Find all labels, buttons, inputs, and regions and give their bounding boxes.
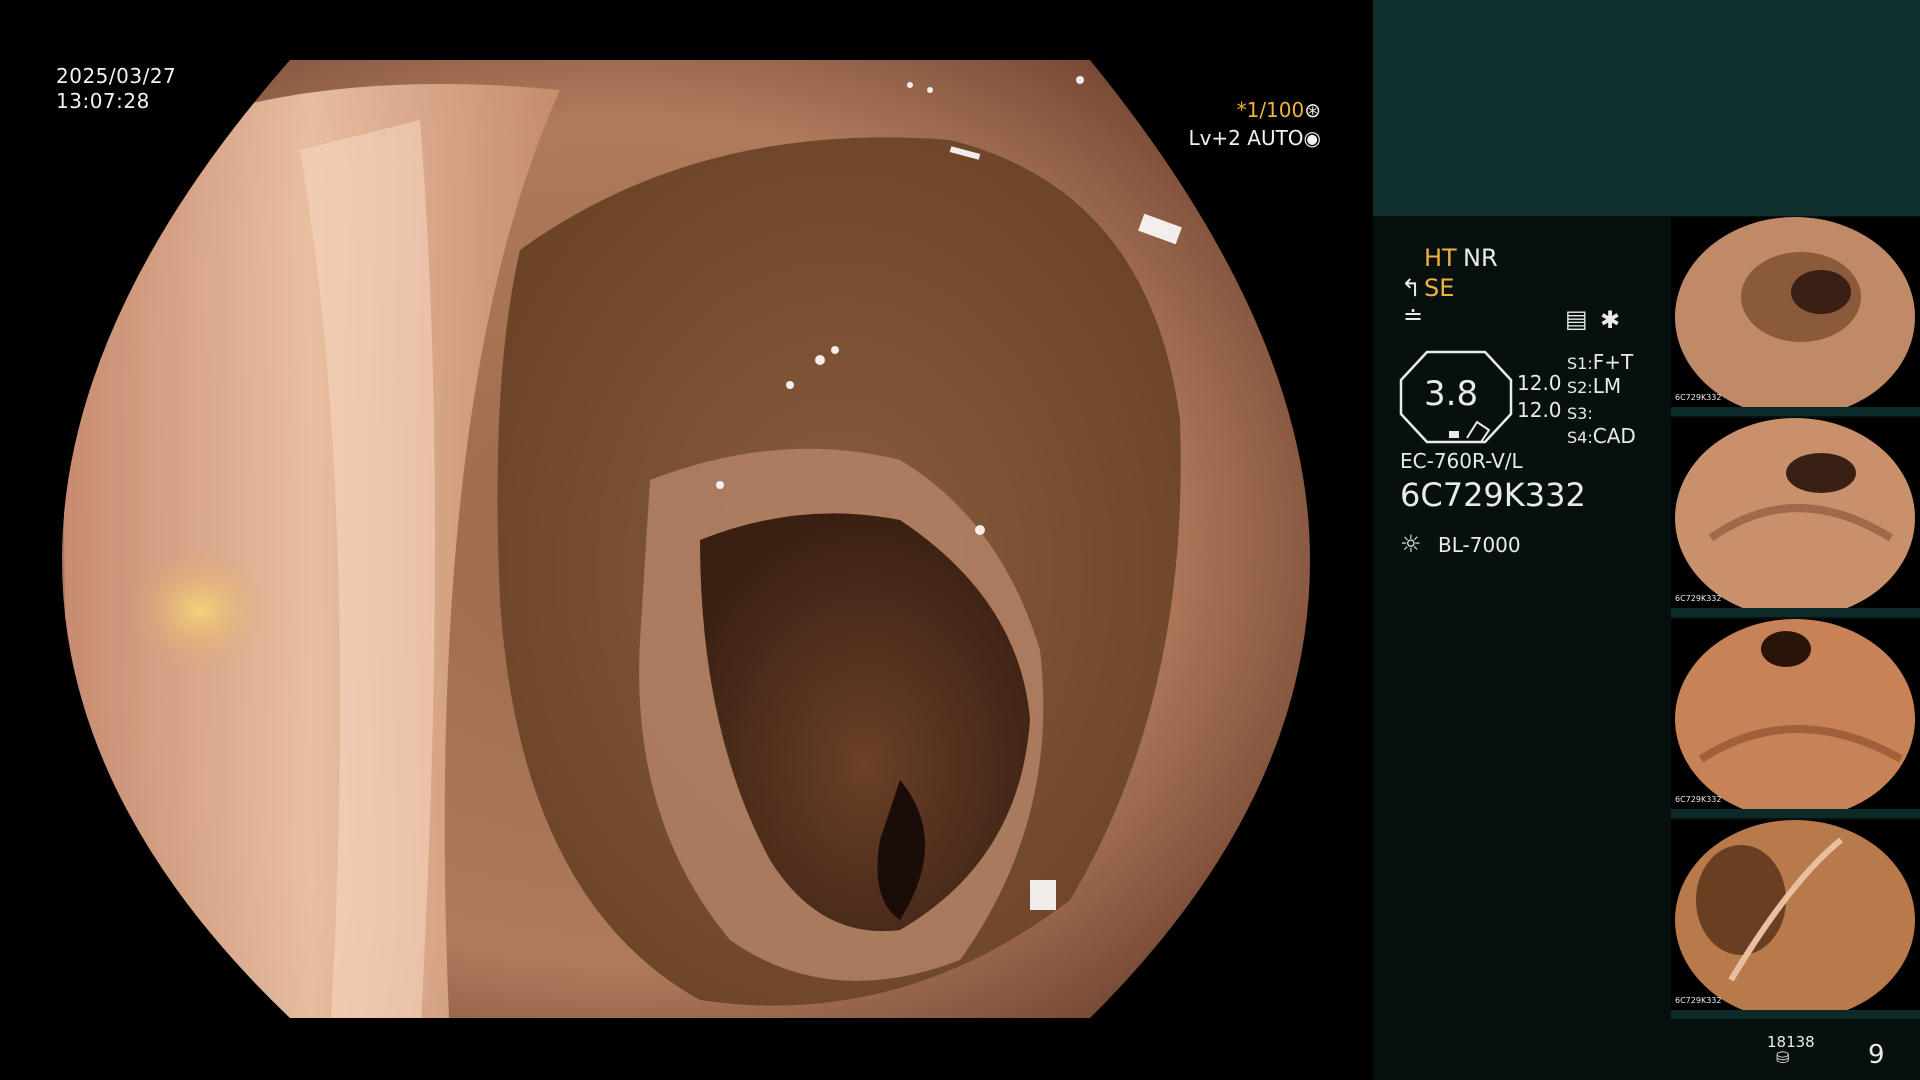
light-source-icon: ☼ [1400,530,1422,558]
time-label: 13:07:28 [56,89,150,113]
storage-count: 18138 [1767,1033,1815,1051]
s3-row: S3: [1567,400,1593,424]
s1-key: S1: [1567,354,1593,373]
thumbnail-1[interactable]: 6C729K332 [1671,217,1920,416]
se-label: SE [1424,274,1455,302]
thumbnail-4-footer [1671,1010,1920,1019]
thumbnail-4[interactable]: 6C729K332 [1671,820,1920,1019]
scope-serial: 6C729K332 [1400,476,1586,514]
endoscope-image [62,60,1310,1018]
thumbnail-3[interactable]: 6C729K332 [1671,619,1920,818]
endoscope-view: 2025/03/27 13:07:28 *1/100⊛ Lv+2 AUTO◉ [0,0,1373,1080]
thumbnail-1-footer [1671,407,1920,416]
capture-count: 9 [1868,1040,1885,1070]
zoom-value: 3.8 [1424,374,1479,414]
light-source-label: BL-7000 [1438,533,1521,557]
shutter-label: *1/100 [1236,98,1305,122]
asterisk-icon: ✱ [1600,306,1621,334]
value-2: 12.0 [1517,398,1562,422]
s2-key: S2: [1567,378,1593,397]
thumbnail-3-footer [1671,809,1920,818]
s1-value: F+T [1592,350,1634,374]
shutter-indicator: *1/100⊛ [1237,97,1321,124]
s4-row: S4:CAD [1567,424,1636,448]
thumbnail-4-label: 6C729K332 [1675,996,1722,1005]
thumbnail-2-label: 6C729K332 [1675,594,1722,603]
thumbnail-4-image [1671,820,1920,1010]
thumbnail-3-label: 6C729K332 [1675,795,1722,804]
s1-row: S1:F+T [1567,350,1633,374]
settings-menu-icon: ▤ [1565,305,1588,333]
s2-value: LM [1592,374,1622,398]
s3-key: S3: [1567,404,1593,423]
panel-header-area [1373,0,1920,216]
thumbnail-1-label: 6C729K332 [1675,393,1722,402]
thumbnail-1-image [1671,217,1920,407]
thumbnail-2-footer [1671,608,1920,617]
scope-model: EC-760R-V/L [1400,449,1523,473]
s4-value: CAD [1592,424,1636,448]
thumbnail-2-image [1671,418,1920,608]
s4-key: S4: [1567,428,1593,447]
edge-icon: ≐ [1403,302,1424,330]
thumbnail-2[interactable]: 6C729K332 [1671,418,1920,617]
storage-icon: ⛁ [1776,1048,1790,1067]
s2-row: S2:LM [1567,374,1621,398]
nr-label: NR [1463,244,1498,272]
auto-iris-icon: ◉ [1303,126,1321,150]
date-label: 2025/03/27 [56,64,177,88]
structure-enhance-icon: ↰ [1401,274,1422,302]
aperture-icon: ⊛ [1304,98,1321,122]
value-1: 12.0 [1517,371,1562,395]
level-indicator: Lv+2 AUTO◉ [1188,125,1321,152]
thumbnail-3-image [1671,619,1920,809]
level-label: Lv+2 AUTO [1188,126,1304,150]
ht-label: HT [1424,244,1457,272]
